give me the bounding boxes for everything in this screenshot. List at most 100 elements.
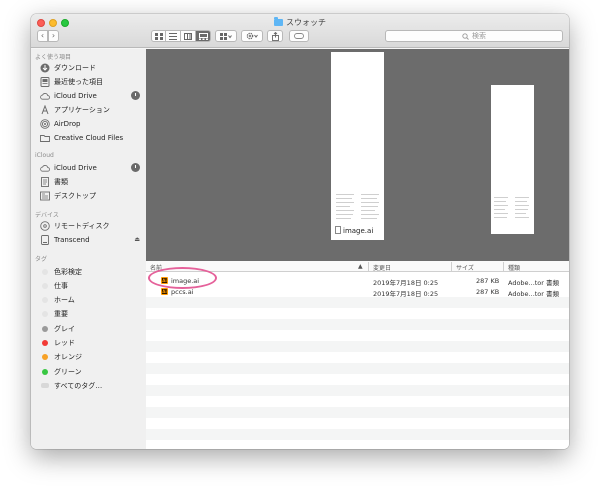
tag-dot-icon — [42, 282, 48, 289]
toolbar: スウォッチ ‹ › 検索 — [31, 14, 569, 48]
sidebar-item-label: iCloud Drive — [54, 163, 97, 172]
tag-color-icon — [40, 367, 50, 377]
empty-row — [146, 363, 569, 374]
search-field[interactable]: 検索 — [385, 30, 563, 42]
sidebar-item-label: 最近使った項目 — [54, 77, 103, 86]
chevron-right-icon: › — [51, 31, 56, 40]
column-header-date[interactable]: 変更日 — [373, 263, 391, 272]
sidebar-item-creative-cloud-files[interactable]: Creative Cloud Files — [40, 131, 145, 144]
file-row[interactable]: Ai pccs.ai 2019年7月18日 0:25 287 KB Adobe.… — [146, 286, 569, 298]
sidebar-tag-item[interactable]: レッド — [40, 336, 145, 349]
documents-icon — [40, 176, 50, 187]
tag-dot-icon — [42, 353, 48, 360]
sidebar-section-devices: デバイス — [35, 212, 59, 219]
sidebar-item-label: 重要 — [54, 309, 68, 318]
preview-file-name: image.ai — [343, 227, 374, 235]
sidebar-section-icloud: iCloud — [35, 152, 54, 159]
sidebar-item-label: すべてのタグ… — [54, 381, 103, 390]
list-view-button[interactable] — [166, 30, 181, 42]
sidebar-tag-item[interactable]: 色彩検定 — [40, 265, 145, 278]
window-title: スウォッチ — [31, 17, 569, 28]
sidebar-tag-item[interactable]: オレンジ — [40, 350, 145, 363]
icon-view-button[interactable] — [151, 30, 166, 42]
sidebar-item-label: 色彩検定 — [54, 267, 82, 276]
sidebar-item-icloud-drive[interactable]: iCloud Drive — [40, 89, 145, 102]
sync-status-icon — [131, 163, 140, 172]
sidebar-item-all-tags[interactable]: すべてのタグ… — [40, 379, 145, 392]
sort-indicator-icon: ▲ — [358, 263, 363, 270]
folder-icon — [274, 17, 283, 26]
sidebar-item-downloads[interactable]: ダウンロード — [40, 61, 145, 74]
preview-page-main: image.ai — [331, 52, 384, 240]
share-icon — [271, 31, 279, 41]
forward-button[interactable]: › — [48, 30, 59, 42]
tag-dot-icon — [42, 296, 48, 303]
gear-icon — [246, 32, 258, 40]
sidebar-item-desktop[interactable]: デスクトップ — [40, 189, 145, 202]
action-button[interactable] — [241, 30, 263, 42]
window-title-text: スウォッチ — [286, 18, 326, 27]
sidebar-item-label: アプリケーション — [54, 105, 110, 114]
tag-color-icon — [40, 324, 50, 334]
tag-color-icon — [40, 267, 50, 277]
view-mode-selector — [151, 30, 211, 42]
drive-icon — [40, 234, 50, 245]
empty-row — [146, 297, 569, 308]
sidebar-tag-item[interactable]: グリーン — [40, 365, 145, 378]
file-size: 287 KB — [476, 288, 500, 296]
empty-row — [146, 407, 569, 418]
document-icon — [335, 226, 341, 234]
sidebar-item-applications[interactable]: アプリケーション — [40, 103, 145, 116]
sidebar-tag-item[interactable]: 重要 — [40, 307, 145, 320]
gallery-view-button[interactable] — [196, 30, 211, 42]
finder-window: スウォッチ ‹ › 検索 よく使う項目 ダウンロード 最近使った項目 iClou… — [31, 14, 569, 449]
group-button[interactable] — [215, 30, 237, 42]
sidebar-item-icloud-drive-2[interactable]: iCloud Drive — [40, 161, 145, 174]
column-view-button[interactable] — [181, 30, 196, 42]
sidebar-item-label: iCloud Drive — [54, 91, 97, 100]
columns-icon — [184, 32, 192, 40]
gallery-icon — [198, 32, 208, 40]
tags-button[interactable] — [289, 30, 309, 42]
share-button[interactable] — [267, 30, 283, 42]
sidebar-item-label: デスクトップ — [54, 191, 96, 200]
search-placeholder: 検索 — [472, 32, 486, 40]
disc-icon — [40, 220, 50, 231]
sidebar-item-label: ダウンロード — [54, 63, 96, 72]
empty-row — [146, 319, 569, 330]
sidebar-item-documents[interactable]: 書類 — [40, 175, 145, 188]
sidebar-item-airdrop[interactable]: AirDrop — [40, 117, 145, 130]
download-icon — [40, 63, 50, 73]
chevron-left-icon: ‹ — [40, 31, 45, 40]
back-button[interactable]: ‹ — [37, 30, 48, 42]
sidebar-item-label: AirDrop — [54, 119, 81, 128]
sidebar-tag-item[interactable]: グレイ — [40, 322, 145, 335]
sidebar-item-label: リモートディスク — [54, 221, 110, 230]
empty-row — [146, 429, 569, 440]
file-name: pccs.ai — [171, 288, 194, 296]
recents-icon — [40, 76, 50, 87]
tag-dot-icon — [42, 325, 48, 332]
cloud-icon — [40, 91, 50, 101]
tag-dot-icon — [41, 383, 49, 388]
sidebar-item-remote-disc[interactable]: リモートディスク — [40, 219, 145, 232]
preview-page-thumb — [491, 85, 534, 234]
cloud-icon — [40, 163, 50, 173]
eject-icon[interactable]: ⏏ — [134, 236, 140, 243]
sidebar-tag-item[interactable]: 仕事 — [40, 279, 145, 292]
column-header-size[interactable]: サイズ — [456, 263, 474, 272]
sidebar-item-transcend[interactable]: Transcend ⏏ — [40, 233, 145, 246]
sidebar-item-label: Transcend — [54, 235, 90, 244]
desktop-icon — [40, 191, 50, 201]
sidebar-item-label: Creative Cloud Files — [54, 133, 124, 142]
sidebar-item-label: ホーム — [54, 295, 75, 304]
sidebar-item-recents[interactable]: 最近使った項目 — [40, 75, 145, 88]
column-header-kind[interactable]: 種類 — [508, 263, 520, 272]
highlight-ellipse — [148, 267, 217, 289]
sidebar-tag-item[interactable]: ホーム — [40, 293, 145, 306]
empty-row — [146, 385, 569, 396]
sync-status-icon — [131, 91, 140, 100]
file-size: 287 KB — [476, 277, 500, 285]
sidebar-item-label: 仕事 — [54, 281, 68, 290]
sidebar-section-favorites: よく使う項目 — [35, 54, 72, 61]
